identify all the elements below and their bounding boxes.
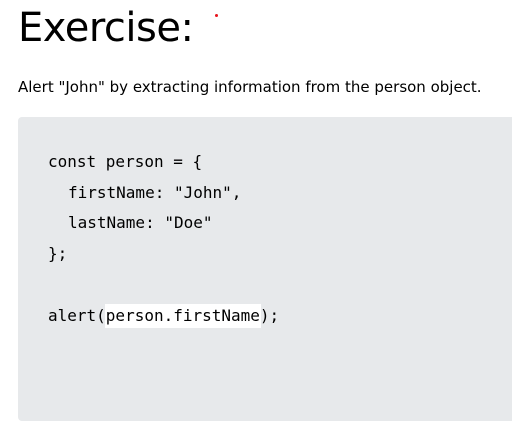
alert-suffix: ); xyxy=(259,306,280,325)
code-line-lastname: lastName: "Doe" xyxy=(68,213,213,232)
red-marker-dot xyxy=(215,14,218,17)
exercise-instruction: Alert "John" by extracting information f… xyxy=(18,78,482,96)
code-line-declaration: const person = { xyxy=(48,152,203,171)
answer-input[interactable]: person.firstName xyxy=(104,304,261,328)
code-line-firstname: firstName: "John", xyxy=(68,183,242,202)
code-line-alert: alert(person.firstName); xyxy=(48,304,279,328)
code-line-closing: }; xyxy=(48,244,68,263)
alert-prefix: alert( xyxy=(48,306,106,325)
exercise-heading: Exercise: xyxy=(18,5,194,51)
